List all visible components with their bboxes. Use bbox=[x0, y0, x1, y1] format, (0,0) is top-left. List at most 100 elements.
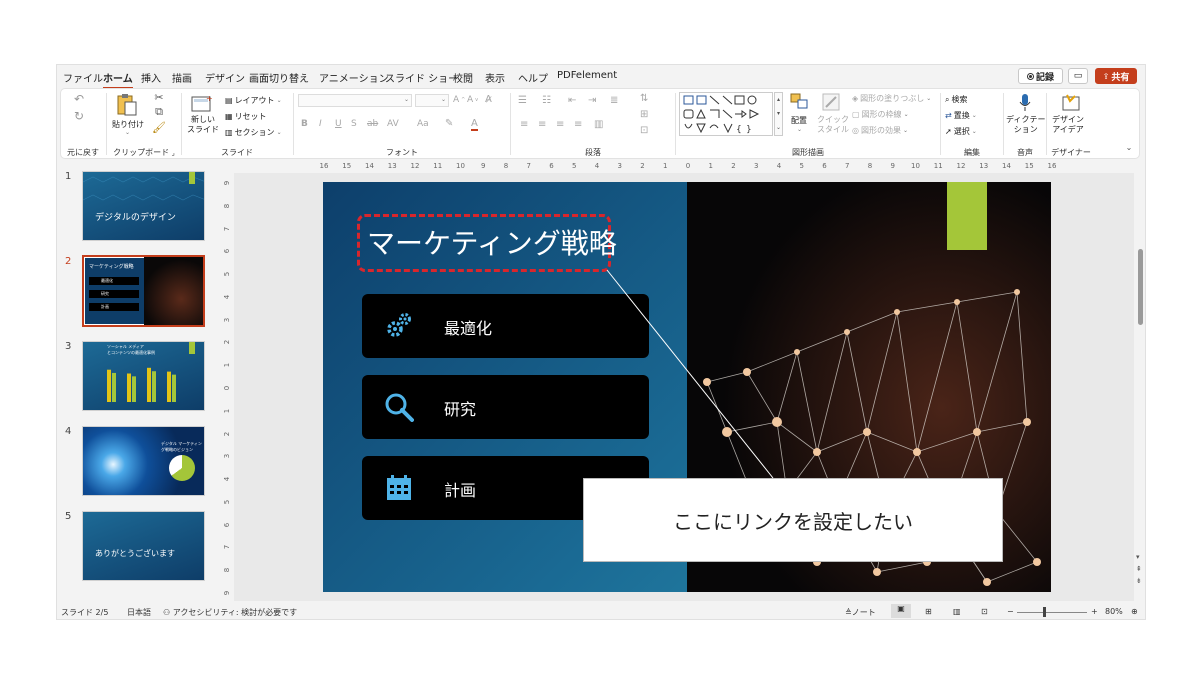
dictate-label[interactable]: ディクテー ション bbox=[1006, 115, 1045, 135]
new-slide-icon[interactable]: + bbox=[189, 92, 215, 114]
italic-icon[interactable]: I bbox=[319, 119, 322, 129]
collapse-ribbon-icon[interactable]: ⌄ bbox=[1123, 141, 1135, 153]
redo-icon[interactable]: ↻ bbox=[71, 109, 87, 123]
next-slide-icon[interactable]: ⇟ bbox=[1136, 577, 1142, 585]
align-left-icon[interactable]: ≡ bbox=[520, 119, 528, 130]
tab-insert[interactable]: 挿入 bbox=[141, 70, 161, 85]
tab-animations[interactable]: アニメーション bbox=[319, 70, 389, 85]
reading-view-icon[interactable]: ▥ bbox=[953, 607, 961, 616]
scrollbar-thumb[interactable] bbox=[1138, 249, 1143, 325]
tab-home[interactable]: ホーム bbox=[103, 70, 133, 89]
align-center-icon[interactable]: ≡ bbox=[538, 119, 546, 130]
shapes-gallery-scroll[interactable]: ▴ ▾ ⌄ bbox=[774, 92, 783, 136]
share-button[interactable]: ⇪ 共有 bbox=[1095, 68, 1137, 84]
bullets-icon[interactable]: ☰ bbox=[518, 95, 527, 106]
slide-canvas[interactable]: マーケティング戦略 最適化 研究 計画 ここにリンクを設定したい bbox=[323, 182, 1051, 592]
shape-outline-button[interactable]: ▢ 図形の枠線 ⌄ bbox=[852, 109, 909, 120]
layout-button[interactable]: ▤ レイアウト ⌄ bbox=[225, 95, 282, 106]
record-button[interactable]: 記録 bbox=[1018, 68, 1063, 84]
tab-draw[interactable]: 描画 bbox=[172, 70, 192, 85]
bold-icon[interactable]: B bbox=[301, 119, 308, 129]
columns-icon[interactable]: ▥ bbox=[594, 119, 603, 130]
tab-design[interactable]: デザイン bbox=[205, 70, 245, 85]
scroll-down-icon[interactable]: ▾ bbox=[1136, 553, 1140, 561]
undo-icon[interactable]: ↶ bbox=[71, 92, 87, 106]
tab-help[interactable]: ヘルプ bbox=[518, 70, 548, 85]
format-painter-icon[interactable]: 🖌 bbox=[152, 121, 166, 134]
zoom-out-icon[interactable]: − bbox=[1007, 607, 1014, 616]
shadow-icon[interactable]: S bbox=[351, 119, 357, 129]
highlight-icon[interactable]: ✎ bbox=[445, 118, 453, 129]
shape-effects-button[interactable]: ◎ 図形の効果 ⌄ bbox=[852, 125, 908, 136]
tab-pdfelement[interactable]: PDFelement bbox=[557, 70, 617, 81]
section-button[interactable]: ▥ セクション ⌄ bbox=[225, 127, 282, 138]
cut-icon[interactable]: ✂ bbox=[152, 91, 166, 104]
font-name-select[interactable]: ⌄ bbox=[298, 94, 412, 107]
ruler-tick-label: 5 bbox=[799, 162, 804, 170]
decrease-indent-icon[interactable]: ⇤ bbox=[568, 95, 576, 106]
arrange-dropdown-icon[interactable]: ⌄ bbox=[797, 126, 802, 133]
slide-thumbnail-1[interactable]: デジタルのデザイン bbox=[82, 171, 205, 241]
text-direction-icon[interactable]: ⇅ bbox=[640, 93, 648, 104]
paste-icon[interactable] bbox=[114, 92, 140, 118]
vertical-scrollbar[interactable]: ▾ ⇞ ⇟ bbox=[1136, 165, 1145, 601]
underline-icon[interactable]: U bbox=[335, 119, 342, 129]
ruler-tick-label: 9 bbox=[890, 162, 895, 170]
comments-button[interactable]: ▭ bbox=[1068, 68, 1088, 84]
thumbnail-title: デジタルのデザイン bbox=[95, 213, 176, 223]
design-ideas-label[interactable]: デザイン アイデア bbox=[1052, 115, 1084, 135]
slide-title[interactable]: マーケティング戦略 bbox=[367, 222, 617, 262]
fit-to-window-icon[interactable]: ⊕ bbox=[1131, 607, 1138, 616]
strikethrough-icon[interactable]: ab bbox=[367, 119, 378, 129]
slide-thumbnail-4[interactable]: デジタル マーケティン グ戦略のビジョン bbox=[82, 426, 205, 496]
grow-font-icon[interactable]: A ^ bbox=[453, 95, 465, 105]
normal-view-icon[interactable]: ▣ bbox=[891, 604, 911, 618]
find-button[interactable]: ⌕ 検索 bbox=[945, 94, 967, 105]
paste-dropdown-icon[interactable]: ⌄ bbox=[125, 129, 130, 136]
align-right-icon[interactable]: ≡ bbox=[556, 119, 564, 130]
change-case-icon[interactable]: Aa bbox=[417, 119, 429, 129]
increase-indent-icon[interactable]: ⇥ bbox=[588, 95, 596, 106]
tab-file[interactable]: ファイル bbox=[63, 70, 103, 85]
char-spacing-icon[interactable]: AV bbox=[387, 119, 399, 129]
tab-transitions[interactable]: 画面切り替え bbox=[249, 70, 309, 85]
tab-view[interactable]: 表示 bbox=[485, 70, 505, 85]
font-size-select[interactable]: ⌄ bbox=[415, 94, 449, 107]
replace-button[interactable]: ⇄ 置換 ⌄ bbox=[945, 110, 977, 121]
align-text-icon[interactable]: ⊞ bbox=[640, 109, 648, 120]
tab-slideshow[interactable]: スライド ショー bbox=[385, 70, 458, 85]
new-slide-label[interactable]: 新しい スライド bbox=[187, 115, 219, 135]
shape-fill-button[interactable]: ◈ 図形の塗りつぶし ⌄ bbox=[852, 93, 931, 104]
slideshow-icon[interactable]: ⊡ bbox=[981, 607, 988, 616]
microphone-icon[interactable] bbox=[1015, 92, 1035, 114]
copy-icon[interactable]: ⧉ bbox=[152, 105, 166, 118]
quick-style-icon[interactable] bbox=[820, 92, 842, 112]
language-status[interactable]: 日本語 bbox=[127, 607, 151, 618]
zoom-level[interactable]: 80% bbox=[1105, 607, 1123, 616]
slide-item-box[interactable]: 研究 bbox=[362, 375, 649, 439]
justify-icon[interactable]: ≡ bbox=[574, 119, 582, 130]
font-color-icon[interactable]: A bbox=[471, 118, 478, 131]
zoom-slider-thumb[interactable] bbox=[1043, 607, 1046, 617]
smartart-icon[interactable]: ⊡ bbox=[640, 125, 648, 136]
select-button[interactable]: ➚ 選択 ⌄ bbox=[945, 126, 977, 137]
numbering-icon[interactable]: ☷ bbox=[542, 95, 551, 106]
tab-review[interactable]: 校閲 bbox=[453, 70, 473, 85]
slide-item-box[interactable]: 最適化 bbox=[362, 294, 649, 358]
accessibility-status[interactable]: ⚇ アクセシビリティ: 検討が必要です bbox=[163, 607, 297, 618]
notes-button[interactable]: ≜ノート bbox=[845, 607, 876, 618]
slide-thumbnail-3[interactable]: ソーシャル メディア とコンテンツの最適化事例 bbox=[82, 341, 205, 411]
zoom-slider[interactable] bbox=[1017, 612, 1087, 613]
zoom-in-icon[interactable]: + bbox=[1091, 607, 1098, 616]
reset-button[interactable]: ▦ リセット bbox=[225, 111, 267, 122]
clear-format-icon[interactable]: A̷ bbox=[485, 94, 492, 105]
shrink-font-icon[interactable]: Av bbox=[467, 95, 478, 105]
slide-thumbnail-2[interactable]: マーケティング戦略 最適化 研究 計画 bbox=[82, 255, 205, 327]
arrange-icon[interactable] bbox=[789, 92, 811, 112]
line-spacing-icon[interactable]: ≣ bbox=[610, 95, 618, 106]
slide-sorter-icon[interactable]: ⊞ bbox=[925, 607, 932, 616]
shapes-gallery[interactable]: {} bbox=[679, 92, 773, 136]
slide-thumbnail-5[interactable]: ありがとうございます bbox=[82, 511, 205, 581]
prev-slide-icon[interactable]: ⇞ bbox=[1136, 565, 1142, 573]
design-ideas-icon[interactable] bbox=[1060, 92, 1082, 114]
